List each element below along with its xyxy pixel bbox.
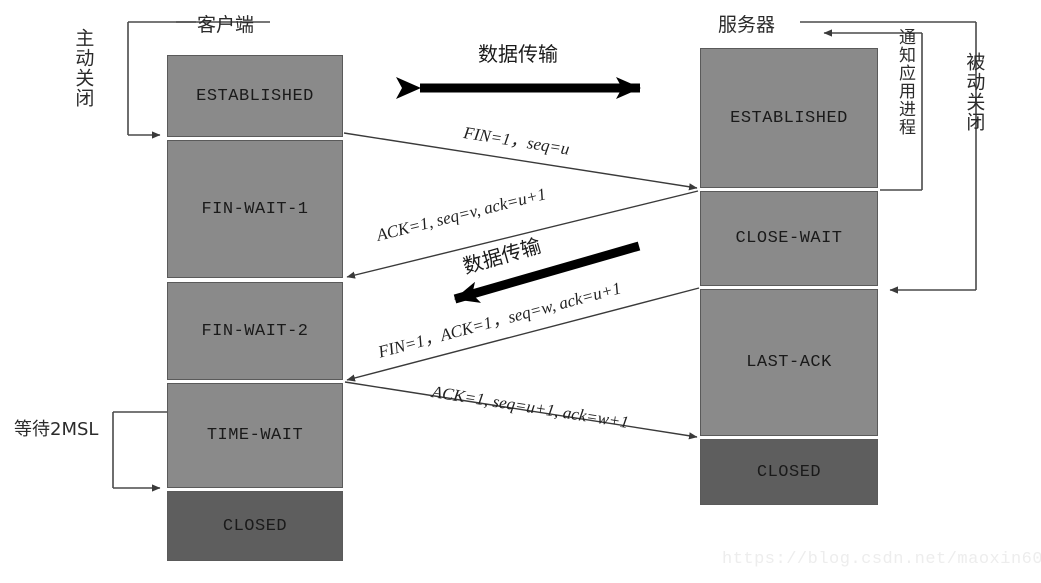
client-state-fin-wait-1: FIN-WAIT-1 <box>167 140 343 278</box>
server-state-closed: CLOSED <box>700 439 878 505</box>
client-state-fin-wait-2: FIN-WAIT-2 <box>167 282 343 380</box>
wait-2msl-label: 等待2MSL <box>14 419 99 440</box>
connector-layer <box>112 21 977 492</box>
server-state-last-ack: LAST-ACK <box>700 289 878 436</box>
client-state-time-wait: TIME-WAIT <box>167 383 343 488</box>
client-state-closed: CLOSED <box>167 491 343 561</box>
client-title: 客户端 <box>197 14 255 36</box>
active-close-label: 主动关闭 <box>72 28 95 108</box>
server-title: 服务器 <box>718 14 776 36</box>
passive-close-label: 被动关闭 <box>963 52 986 132</box>
watermark: https://blog.csdn.net/maoxin604 <box>722 550 1041 569</box>
tcp-connection-release-diagram: ESTABLISHED FIN-WAIT-1 FIN-WAIT-2 TIME-W… <box>0 0 1041 583</box>
server-state-established: ESTABLISHED <box>700 48 878 188</box>
data-transfer-label-top: 数据传输 <box>478 42 558 66</box>
server-state-close-wait: CLOSE-WAIT <box>700 191 878 286</box>
client-state-established: ESTABLISHED <box>167 55 343 137</box>
wait-2msl-bracket <box>112 411 167 492</box>
notify-app-label: 通知应用进程 <box>895 28 916 136</box>
